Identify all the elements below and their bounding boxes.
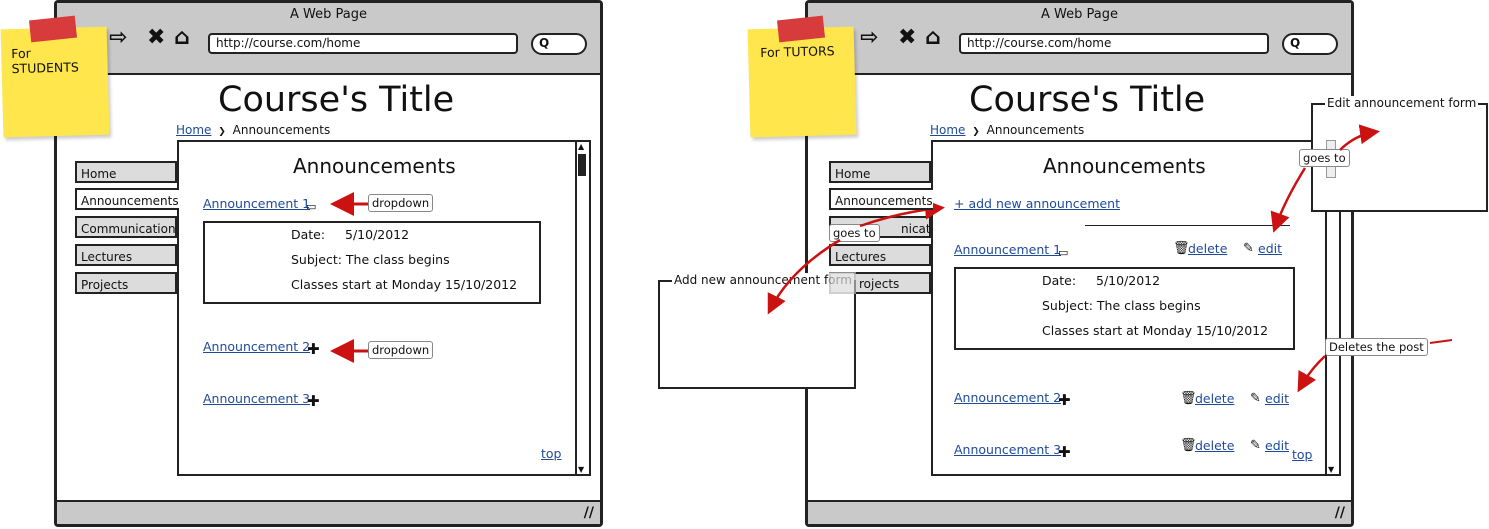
arrow-goes-to-add-form <box>767 238 841 315</box>
tutor-sidebar-item-announcements[interactable]: Announcements <box>829 188 933 210</box>
annotation-arrows <box>330 124 1453 393</box>
arrow-deletes-post <box>1297 355 1326 393</box>
arrow-goes-to-edit-form <box>1339 124 1380 151</box>
arrow-deletes-tail <box>1429 339 1453 344</box>
arrow-goes-to-edit-link <box>1270 167 1307 233</box>
student-sidebar-item-announcements[interactable]: Announcements <box>75 188 179 210</box>
